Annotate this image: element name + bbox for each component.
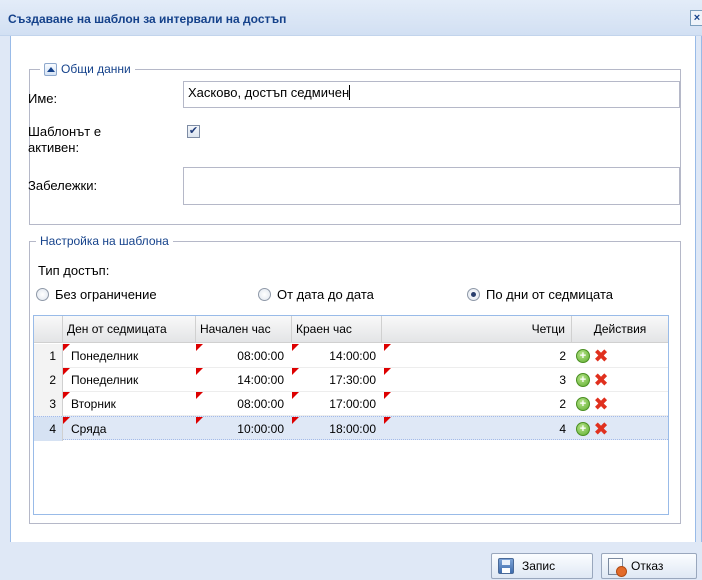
table-row[interactable]: 3 Вторник 08:00:00 17:00:00 2 + ✖ — [34, 392, 668, 416]
cancel-button-label: Отказ — [631, 559, 664, 573]
cell-start[interactable]: 10:00:00 — [196, 417, 292, 441]
table-row-selected[interactable]: 4 Сряда 10:00:00 18:00:00 4 + ✖ — [34, 416, 668, 441]
name-label: Име: — [28, 91, 58, 106]
add-icon[interactable]: + — [576, 373, 590, 387]
save-icon — [498, 558, 514, 574]
dialog-footer: Запис Отказ — [0, 542, 702, 580]
active-label-line1: Шаблонът е — [28, 124, 102, 139]
access-type-label: Тип достъп: — [38, 263, 110, 278]
delete-icon[interactable]: ✖ — [593, 371, 609, 389]
save-button-label: Запис — [522, 559, 556, 573]
row-number: 4 — [34, 417, 63, 441]
delete-icon[interactable]: ✖ — [593, 395, 609, 413]
notes-input[interactable] — [183, 167, 680, 205]
save-button[interactable]: Запис — [491, 553, 593, 579]
cell-readers[interactable]: 2 — [382, 344, 572, 368]
delete-icon[interactable]: ✖ — [593, 420, 609, 438]
text-caret — [349, 85, 351, 100]
checkmark-icon: ✔ — [188, 125, 199, 137]
radio-icon — [258, 288, 271, 301]
cell-readers[interactable]: 2 — [382, 392, 572, 416]
add-icon[interactable]: + — [576, 397, 590, 411]
cell-end[interactable]: 17:30:00 — [292, 368, 382, 392]
general-data-legend-text: Общи данни — [61, 62, 131, 76]
cancel-icon — [608, 557, 627, 577]
grid-header: Ден от седмицата Начален час Краен час Ч… — [34, 316, 668, 343]
table-row[interactable]: 2 Понеделник 14:00:00 17:30:00 3 + ✖ — [34, 368, 668, 392]
row-number: 2 — [34, 368, 63, 392]
header-end[interactable]: Краен час — [292, 316, 382, 343]
table-row[interactable]: 1 Понеделник 08:00:00 14:00:00 2 + ✖ — [34, 344, 668, 368]
cell-readers[interactable]: 4 — [382, 417, 572, 441]
header-actions: Действия — [593, 322, 647, 336]
add-icon[interactable]: + — [576, 349, 590, 363]
cell-start[interactable]: 08:00:00 — [196, 392, 292, 416]
collapse-icon[interactable] — [44, 62, 57, 76]
header-start[interactable]: Начален час — [196, 316, 292, 343]
active-label-line2: активен: — [28, 140, 80, 155]
add-icon[interactable]: + — [576, 422, 590, 436]
close-icon[interactable]: × — [690, 10, 702, 26]
intervals-grid: Ден от седмицата Начален час Краен час Ч… — [33, 315, 669, 515]
radio-label: От дата до дата — [277, 287, 374, 302]
cell-end[interactable]: 14:00:00 — [292, 344, 382, 368]
header-readers[interactable]: Четци — [382, 316, 572, 343]
cell-day[interactable]: Вторник — [67, 392, 196, 416]
radio-label: По дни от седмицата — [486, 287, 613, 302]
general-data-legend[interactable]: Общи данни — [40, 62, 135, 76]
header-day[interactable]: Ден от седмицата — [63, 316, 196, 343]
row-number: 1 — [34, 344, 63, 368]
name-input[interactable]: Хасково, достъп седмичен — [183, 81, 680, 108]
title-bar: Създаване на шаблон за интервали на дост… — [0, 0, 702, 36]
cell-start[interactable]: 14:00:00 — [196, 368, 292, 392]
cell-end[interactable]: 18:00:00 — [292, 417, 382, 441]
cell-end[interactable]: 17:00:00 — [292, 392, 382, 416]
cell-day[interactable]: Понеделник — [67, 344, 196, 368]
cell-day[interactable]: Понеделник — [67, 368, 196, 392]
radio-no-restriction[interactable]: Без ограничение — [36, 287, 157, 302]
cell-readers[interactable]: 3 — [382, 368, 572, 392]
row-number: 3 — [34, 392, 63, 416]
radio-days-of-week[interactable]: По дни от седмицата — [467, 287, 613, 302]
name-input-value: Хасково, достъп седмичен — [188, 85, 350, 100]
cancel-button[interactable]: Отказ — [601, 553, 697, 579]
header-rownum — [34, 316, 63, 343]
cell-day[interactable]: Сряда — [67, 417, 196, 441]
radio-date-range[interactable]: От дата до дата — [258, 287, 374, 302]
active-checkbox[interactable]: ✔ — [187, 125, 200, 138]
template-settings-legend: Настройка на шаблона — [36, 234, 173, 248]
delete-icon[interactable]: ✖ — [593, 347, 609, 365]
cell-start[interactable]: 08:00:00 — [196, 344, 292, 368]
radio-label: Без ограничение — [55, 287, 157, 302]
radio-icon — [36, 288, 49, 301]
dialog-window: Създаване на шаблон за интервали на дост… — [0, 0, 702, 580]
dialog-title: Създаване на шаблон за интервали на дост… — [8, 12, 287, 26]
radio-icon-selected — [467, 288, 480, 301]
notes-label: Забележки: — [28, 178, 98, 193]
